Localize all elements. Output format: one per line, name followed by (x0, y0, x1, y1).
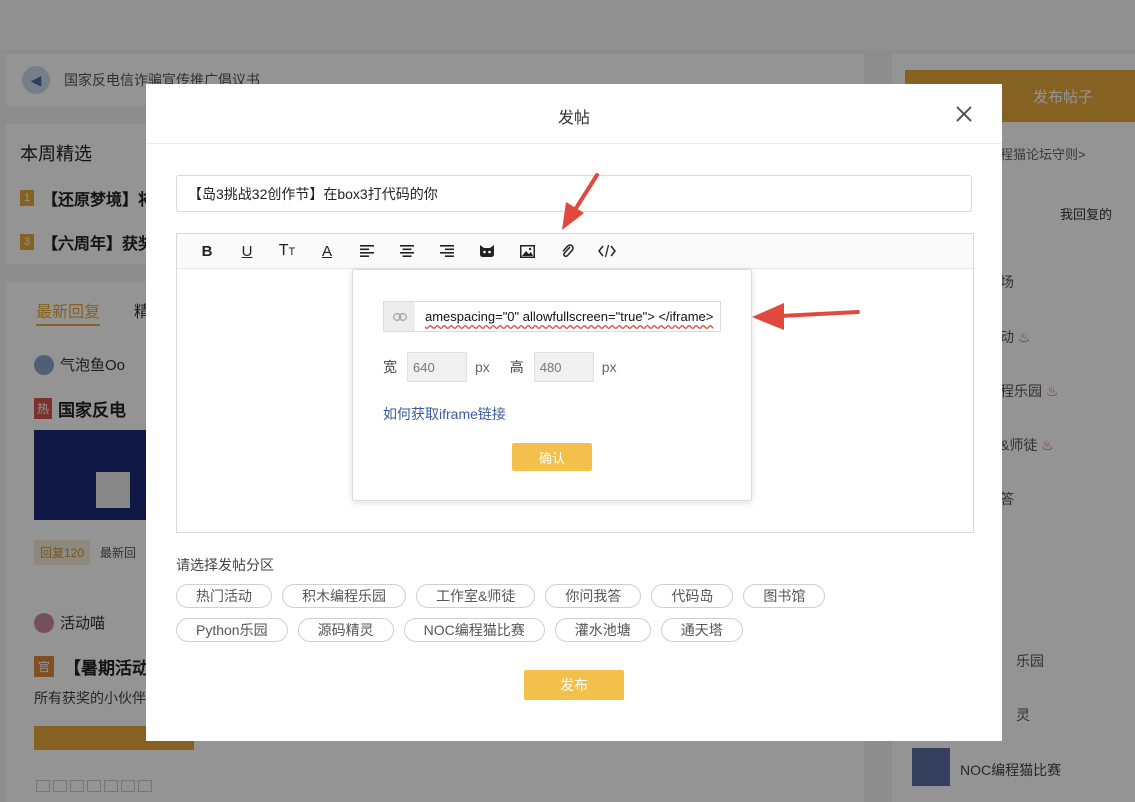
iframe-link-field[interactable]: amespacing="0" allowfullscreen="true"> <… (383, 301, 721, 332)
editor-toolbar: B U TT A (177, 234, 973, 269)
size-row: 宽 640 px 高 480 px (383, 352, 617, 382)
image-icon[interactable] (507, 234, 547, 269)
section-chip[interactable]: 源码精灵 (297, 618, 394, 642)
section-label: 请选择发帖分区 (176, 557, 274, 573)
height-label: 高 (509, 359, 524, 375)
section-chip[interactable]: 热门活动 (176, 584, 272, 608)
section-chip[interactable]: 图书馆 (743, 584, 826, 608)
confirm-button[interactable]: 确认 (512, 443, 592, 471)
align-right-icon[interactable] (427, 234, 467, 269)
codemao-cat-icon[interactable] (467, 234, 507, 269)
section-chip[interactable]: 灌水池塘 (554, 618, 651, 642)
section-chip[interactable]: 你问我答 (545, 584, 642, 608)
align-left-icon[interactable] (347, 234, 387, 269)
height-input[interactable]: 480 (533, 352, 594, 382)
publish-button[interactable]: 发布 (524, 670, 624, 700)
underline-icon[interactable]: U (227, 234, 267, 269)
dialog-header: 发帖 (146, 84, 1002, 144)
section-chip[interactable]: 代码岛 (651, 584, 734, 608)
align-center-icon[interactable] (387, 234, 427, 269)
iframe-insert-popup: amespacing="0" allowfullscreen="true"> <… (352, 269, 752, 501)
width-input[interactable]: 640 (407, 352, 467, 382)
post-title-input[interactable]: 【岛3挑战32创作节】在box3打代码的你 (176, 175, 972, 212)
dialog-title: 发帖 (557, 110, 590, 127)
link-icon (384, 302, 415, 331)
width-label: 宽 (383, 359, 397, 375)
font-color-icon[interactable]: A (307, 234, 347, 269)
section-chip[interactable]: Python乐园 (176, 618, 288, 642)
text-size-icon[interactable]: TT (267, 234, 307, 269)
iframe-help-link[interactable]: 如何获取iframe链接 (383, 404, 506, 424)
bold-icon[interactable]: B (187, 234, 227, 269)
section-chip[interactable]: 工作室&师徒 (416, 584, 536, 608)
attachment-icon[interactable] (547, 234, 587, 269)
section-chip[interactable]: 积木编程乐园 (282, 584, 406, 608)
height-unit: px (601, 359, 617, 375)
section-chip[interactable]: NOC编程猫比赛 (403, 618, 545, 642)
create-post-dialog: 发帖 【岛3挑战32创作节】在box3打代码的你 B U TT A amespa… (146, 84, 1002, 741)
close-icon[interactable] (952, 102, 976, 126)
code-icon[interactable] (587, 234, 627, 269)
section-chip[interactable]: 通天塔 (660, 618, 743, 642)
width-unit: px (475, 359, 490, 375)
section-chips: 热门活动 积木编程乐园 工作室&师徒 你问我答 代码岛 图书馆 Python乐园… (176, 584, 866, 642)
iframe-link-input[interactable]: amespacing="0" allowfullscreen="true"> <… (415, 302, 720, 331)
